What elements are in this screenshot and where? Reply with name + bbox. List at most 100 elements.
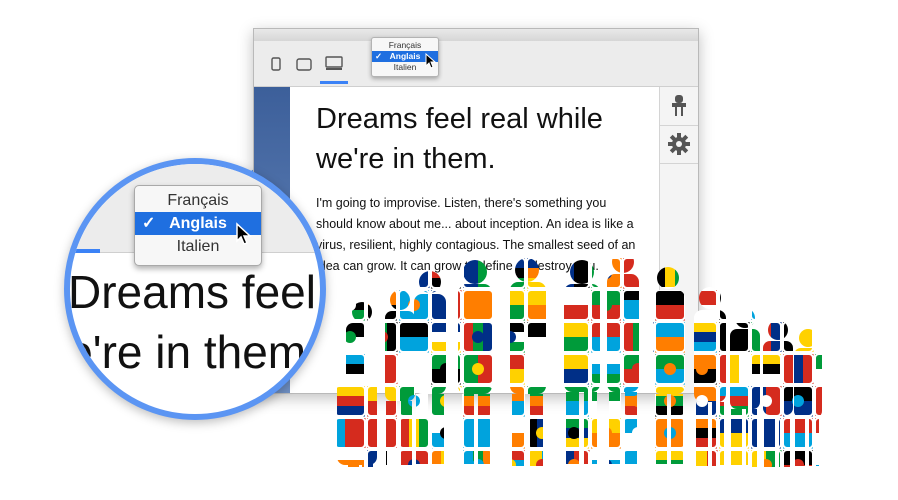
flag-tile [750, 321, 782, 353]
flag-tile [654, 449, 686, 467]
flag-tile [782, 289, 814, 321]
flag-tile [558, 417, 590, 449]
flag-tile [526, 321, 558, 353]
flag-tile [590, 353, 622, 385]
flag-tile [718, 289, 750, 321]
flag-tile [526, 417, 558, 449]
flag-tile [622, 353, 654, 385]
flag-tile [337, 321, 366, 353]
flag-tile [337, 449, 366, 467]
flag-tile [494, 353, 526, 385]
flag-tile [622, 321, 654, 353]
flag-tile [750, 257, 782, 289]
flag-tile [622, 257, 654, 289]
flag-tile [782, 353, 814, 385]
flag-tile [590, 257, 622, 289]
flag-tile [654, 257, 686, 289]
flag-tile [654, 417, 686, 449]
flag-crowd-illustration [337, 257, 822, 467]
flag-tile [366, 417, 398, 449]
flag-tile [814, 417, 822, 449]
flag-tile [462, 289, 494, 321]
flag-tile [782, 385, 814, 417]
flag-tile [750, 417, 782, 449]
flag-tile [430, 449, 462, 467]
flag-tile [750, 353, 782, 385]
flag-tile [686, 385, 718, 417]
flag-tile [782, 449, 814, 467]
flag-tile [337, 257, 366, 289]
flag-tile [622, 417, 654, 449]
flag-tile [654, 321, 686, 353]
flag-tile [590, 417, 622, 449]
flag-tile [558, 289, 590, 321]
flag-tile [622, 385, 654, 417]
flag-tile [430, 353, 462, 385]
flag-tile [526, 353, 558, 385]
flag-tile [590, 449, 622, 467]
flag-tile [398, 449, 430, 467]
flag-tile [750, 385, 782, 417]
flag-tile [494, 449, 526, 467]
flag-tile [430, 289, 462, 321]
flag-tile [366, 321, 398, 353]
flag-tile [526, 385, 558, 417]
flag-tile [686, 417, 718, 449]
flag-tile [590, 385, 622, 417]
flag-tile [814, 385, 822, 417]
flag-tile [398, 353, 430, 385]
flag-tile [654, 289, 686, 321]
flag-tile [494, 289, 526, 321]
flag-tile [366, 289, 398, 321]
flag-tile [494, 321, 526, 353]
flag-tile [398, 289, 430, 321]
flag-tile [366, 257, 398, 289]
flag-tile [494, 385, 526, 417]
flag-tile [686, 321, 718, 353]
flag-tile [814, 321, 822, 353]
flag-tile [462, 417, 494, 449]
flag-tile [526, 449, 558, 467]
flag-tile [337, 289, 366, 321]
flag-tile [430, 257, 462, 289]
flag-tile [337, 353, 366, 385]
flag-tile [494, 257, 526, 289]
flag-tile [558, 385, 590, 417]
flag-tile [398, 385, 430, 417]
flag-tile [654, 385, 686, 417]
flag-tile [718, 385, 750, 417]
flag-tile [366, 353, 398, 385]
flag-tile [814, 289, 822, 321]
flag-tile [686, 257, 718, 289]
flag-tile [814, 257, 822, 289]
flag-tile [782, 417, 814, 449]
flag-tile [622, 289, 654, 321]
flag-tile [558, 449, 590, 467]
flag-tile [718, 417, 750, 449]
flag-tile [750, 289, 782, 321]
flag-tile [686, 449, 718, 467]
flag-tile [462, 353, 494, 385]
flag-tile [430, 385, 462, 417]
flag-tile [462, 449, 494, 467]
flag-tile [462, 321, 494, 353]
flag-tile [718, 257, 750, 289]
flag-tile [558, 321, 590, 353]
flag-tile [337, 417, 366, 449]
flag-tile [398, 257, 430, 289]
flag-tile [782, 321, 814, 353]
flag-tile [686, 353, 718, 385]
flag-tile [718, 321, 750, 353]
flag-tile [366, 385, 398, 417]
flag-tile [814, 449, 822, 467]
flag-tile [782, 257, 814, 289]
flag-tile [686, 289, 718, 321]
flag-tile [430, 417, 462, 449]
flag-tile [526, 289, 558, 321]
flag-tile [337, 385, 366, 417]
flag-tile [750, 449, 782, 467]
flag-tile [814, 353, 822, 385]
flag-tile [590, 289, 622, 321]
flag-tile [398, 417, 430, 449]
flag-tile [398, 321, 430, 353]
